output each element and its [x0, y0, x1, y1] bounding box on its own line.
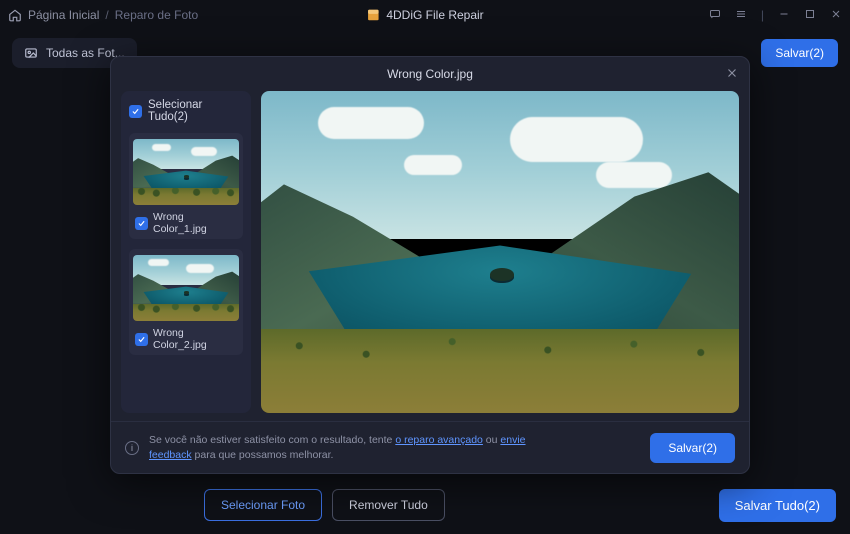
preview-image[interactable] [261, 91, 739, 413]
modal-body: Selecionar Tudo(2) Wrong Color_1.jpg [111, 91, 749, 421]
thumbnail-row: Wrong Color_1.jpg [133, 211, 239, 235]
home-icon[interactable] [8, 8, 22, 22]
footer-text-post: para que possamos melhorar. [192, 449, 334, 461]
info-icon: i [125, 441, 139, 455]
checkbox-checked-icon[interactable] [135, 217, 148, 230]
advanced-repair-link[interactable]: o reparo avançado [395, 434, 483, 446]
breadcrumb: Página Inicial / Reparo de Foto [8, 8, 198, 22]
image-icon [24, 46, 38, 60]
window-controls: | [709, 8, 842, 22]
save-button-top[interactable]: Salvar(2) [761, 39, 838, 67]
footer-text-mid: ou [483, 434, 501, 446]
minimize-icon[interactable] [778, 8, 790, 22]
menu-icon[interactable] [735, 8, 747, 22]
select-photo-button[interactable]: Selecionar Foto [204, 489, 322, 521]
thumbnail-pane: Selecionar Tudo(2) Wrong Color_1.jpg [121, 91, 251, 413]
feedback-icon[interactable] [709, 8, 721, 22]
breadcrumb-section[interactable]: Reparo de Foto [115, 8, 198, 22]
thumbnail-row: Wrong Color_2.jpg [133, 327, 239, 351]
remove-all-button[interactable]: Remover Tudo [332, 489, 445, 521]
thumbnail-filename: Wrong Color_2.jpg [153, 327, 239, 351]
modal-footer: i Se você não estiver satisfeito com o r… [111, 421, 749, 473]
breadcrumb-sep: / [105, 8, 108, 22]
modal-save-button[interactable]: Salvar(2) [650, 433, 735, 463]
footer-hint: Se você não estiver satisfeito com o res… [149, 433, 549, 461]
app-logo-icon [366, 8, 380, 22]
modal-close-icon[interactable] [725, 66, 739, 80]
maximize-icon[interactable] [804, 8, 816, 22]
app-title-text: 4DDiG File Repair [386, 8, 483, 22]
modal-header: Wrong Color.jpg [111, 57, 749, 91]
breadcrumb-home[interactable]: Página Inicial [28, 8, 99, 22]
checkbox-checked-icon[interactable] [135, 333, 148, 346]
modal-title: Wrong Color.jpg [387, 67, 473, 81]
preview-modal: Wrong Color.jpg Selecionar Tudo(2) [110, 56, 750, 474]
close-icon[interactable] [830, 8, 842, 22]
save-all-button[interactable]: Salvar Tudo(2) [719, 489, 836, 522]
select-all-label: Selecionar Tudo(2) [148, 99, 243, 123]
thumbnail-card[interactable]: Wrong Color_2.jpg [129, 249, 243, 355]
app-title: 4DDiG File Repair [366, 8, 483, 22]
thumbnail-filename: Wrong Color_1.jpg [153, 211, 239, 235]
select-all-checkbox[interactable]: Selecionar Tudo(2) [129, 99, 243, 123]
thumbnail-image [133, 255, 239, 321]
footer-text-pre: Se você não estiver satisfeito com o res… [149, 434, 395, 446]
thumbnail-image [133, 139, 239, 205]
thumbnail-card[interactable]: Wrong Color_1.jpg [129, 133, 243, 239]
bottom-toolbar: Selecionar Foto Remover Tudo Salvar Tudo… [0, 476, 850, 534]
titlebar: Página Inicial / Reparo de Foto 4DDiG Fi… [0, 0, 850, 30]
checkbox-checked-icon [129, 105, 142, 118]
